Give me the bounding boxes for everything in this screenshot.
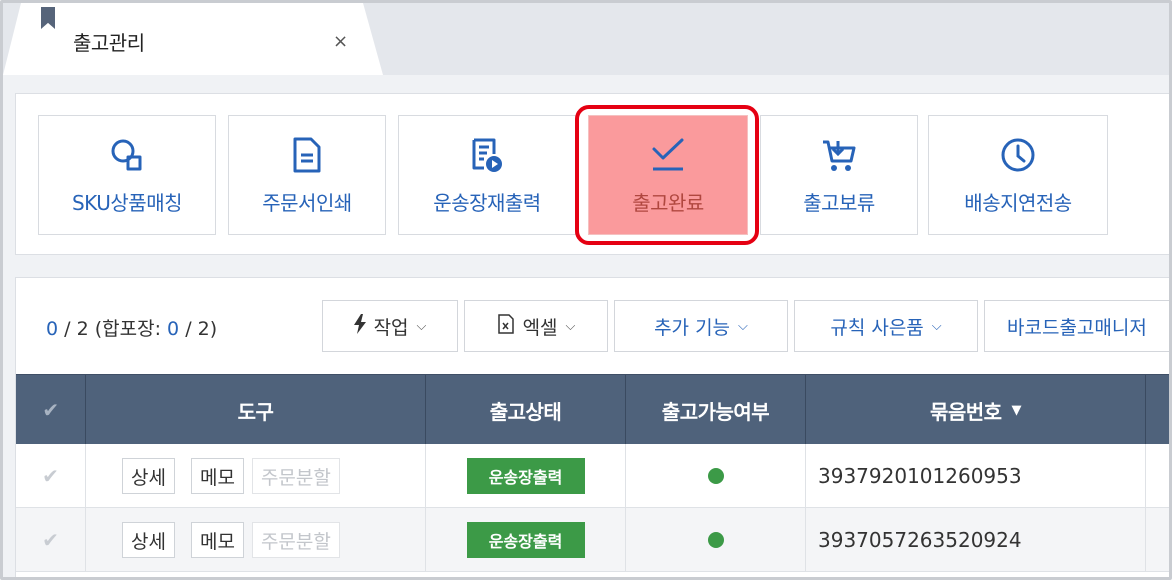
row-next-cell — [1146, 444, 1169, 508]
waybill-reprint-button[interactable]: 운송장재출력 — [398, 115, 576, 235]
toolbar-panel: SKU상품매칭 주문서인쇄 운송장재출력 출고완료 출고보류 배송지연전송 — [15, 93, 1169, 255]
select-all-checkbox[interactable]: ✔ — [16, 375, 86, 445]
excel-dropdown-button[interactable]: 엑셀 ⌵ — [464, 300, 608, 352]
gift-rule-dropdown[interactable]: 규칙 사은품 ⌵ — [794, 300, 978, 352]
bookmark-icon[interactable] — [41, 7, 55, 29]
chevron-down-icon: ⌵ — [416, 318, 427, 334]
detail-button[interactable]: 상세 — [122, 522, 175, 558]
sku-match-label: SKU상품매칭 — [71, 190, 183, 215]
complete-outgoing-label: 출고완료 — [632, 190, 704, 215]
sku-match-icon — [107, 135, 147, 175]
selection-counter: 0 / 2 (합포장: 0 / 2) — [46, 314, 217, 341]
memo-button[interactable]: 메모 — [190, 522, 244, 558]
row-checkbox[interactable]: ✔ — [16, 508, 86, 572]
memo-button[interactable]: 메모 — [190, 458, 244, 494]
document-icon — [287, 135, 327, 175]
available-indicator — [707, 532, 724, 548]
selected-count: 0 — [46, 318, 59, 340]
combined-total-count: 2) — [197, 318, 218, 340]
order-table: ✔ 도구 출고상태 출고가능여부 묶음번호 ▼ ✔ 상세 메모 주문분할 운송장… — [16, 374, 1169, 572]
tab-bar: 출고관리 × — [3, 3, 1169, 75]
work-label: 작업 — [373, 316, 409, 339]
row-available-cell — [626, 508, 806, 572]
chevron-down-icon: ⌵ — [931, 318, 942, 334]
print-order-button[interactable]: 주문서인쇄 — [228, 115, 386, 235]
check-icon: ✔ — [42, 398, 59, 422]
chevron-down-icon: ⌵ — [738, 318, 748, 334]
print-order-label: 주문서인쇄 — [262, 190, 352, 215]
extra-features-dropdown[interactable]: 추가 기능 ⌵ — [614, 300, 788, 352]
waybill-reprint-label: 운송장재출력 — [433, 190, 541, 215]
detail-button[interactable]: 상세 — [122, 458, 175, 494]
row-status-cell: 운송장출력 — [426, 508, 626, 572]
check-complete-icon — [648, 135, 688, 175]
row-next-cell — [1146, 508, 1169, 572]
barcode-manager-button[interactable]: 바코드출고매니저 — [984, 300, 1169, 352]
delay-notice-button[interactable]: 배송지연전송 — [928, 115, 1108, 235]
row-tools-cell: 상세 메모 주문분할 — [86, 444, 426, 508]
row-tools-cell: 상세 메모 주문분할 — [86, 508, 426, 572]
clock-icon — [998, 135, 1038, 175]
row-status-cell: 운송장출력 — [426, 444, 626, 508]
excel-icon — [497, 313, 515, 339]
header-bundle-no[interactable]: 묶음번호 ▼ — [806, 375, 1146, 445]
header-bundle-no-label: 묶음번호 — [929, 399, 1002, 424]
app-window: 출고관리 × SKU상품매칭 주문서인쇄 운송장재출력 출고완료 출고보류 배송… — [0, 0, 1172, 580]
split-order-button[interactable]: 주문분할 — [251, 458, 340, 494]
page-content: SKU상품매칭 주문서인쇄 운송장재출력 출고완료 출고보류 배송지연전송 0 … — [3, 75, 1169, 577]
sort-desc-icon[interactable]: ▼ — [1012, 403, 1022, 418]
close-icon[interactable]: × — [333, 31, 348, 52]
hold-outgoing-button[interactable]: 출고보류 — [760, 115, 918, 235]
available-indicator — [707, 468, 724, 484]
tab-outgoing-management[interactable]: 출고관리 × — [3, 3, 383, 75]
tab-title: 출고관리 — [73, 31, 145, 55]
cart-hold-icon — [819, 135, 859, 175]
header-next-column — [1146, 375, 1169, 445]
order-list-panel: 0 / 2 (합포장: 0 / 2) 작업 ⌵ 엑셀 ⌵ 추가 기능 ⌵ 규칙 … — [15, 277, 1169, 577]
combined-selected-count: 0 — [167, 318, 180, 340]
table-row[interactable]: ✔ 상세 메모 주문분할 운송장출력 3937057263520924 — [16, 508, 1169, 572]
row-bundle-no-cell: 3937920101260953 — [806, 444, 1146, 508]
row-available-cell — [626, 444, 806, 508]
row-bundle-no-cell: 3937057263520924 — [806, 508, 1146, 572]
sku-match-button[interactable]: SKU상품매칭 — [38, 115, 216, 235]
gift-rule-label: 규칙 사은품 — [830, 316, 924, 339]
complete-outgoing-button[interactable]: 출고완료 — [588, 115, 748, 235]
hold-outgoing-label: 출고보류 — [803, 190, 875, 215]
table-row[interactable]: ✔ 상세 메모 주문분할 운송장출력 3937920101260953 — [16, 444, 1169, 508]
combined-separator: / — [185, 318, 192, 340]
counter-separator: / — [64, 318, 71, 340]
header-tools[interactable]: 도구 — [86, 375, 426, 445]
header-status[interactable]: 출고상태 — [426, 375, 626, 445]
extra-features-label: 추가 기능 — [654, 316, 731, 339]
status-badge: 운송장출력 — [466, 522, 585, 558]
excel-label: 엑셀 — [522, 316, 558, 339]
lightning-icon — [353, 313, 366, 339]
total-count: 2 — [76, 318, 89, 340]
delay-notice-label: 배송지연전송 — [964, 190, 1072, 215]
barcode-manager-label: 바코드출고매니저 — [1007, 316, 1147, 339]
split-order-button[interactable]: 주문분할 — [251, 522, 340, 558]
chevron-down-icon: ⌵ — [565, 318, 576, 334]
row-checkbox[interactable]: ✔ — [16, 444, 86, 508]
header-available[interactable]: 출고가능여부 — [626, 375, 806, 445]
table-header: ✔ 도구 출고상태 출고가능여부 묶음번호 ▼ — [16, 374, 1169, 445]
combined-label: (합포장: — [94, 318, 161, 340]
status-badge: 운송장출력 — [466, 458, 585, 494]
waybill-reprint-icon — [467, 135, 507, 175]
work-dropdown-button[interactable]: 작업 ⌵ — [322, 300, 458, 352]
